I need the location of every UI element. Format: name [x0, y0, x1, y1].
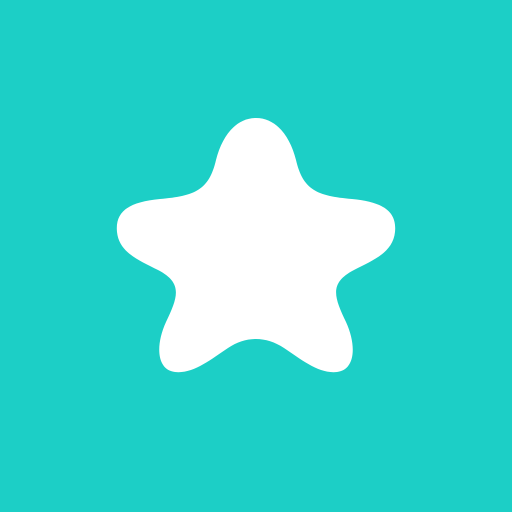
- star-icon: [0, 0, 512, 512]
- app-icon: [0, 0, 512, 512]
- star-shape: [116, 118, 396, 373]
